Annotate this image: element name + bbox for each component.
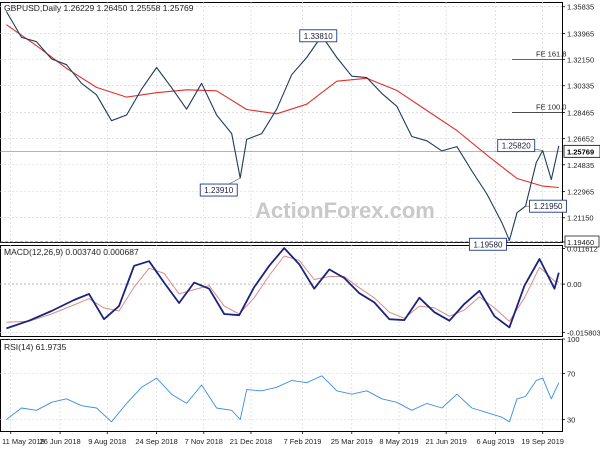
macd-line	[6, 247, 560, 330]
x-tick-label: 9 Aug 2018	[88, 437, 126, 446]
annotation-label: 1.23910	[204, 186, 233, 195]
price-y-tick-label: 1.21150	[567, 214, 594, 223]
fe-reference-label: FE 100.0	[536, 103, 566, 112]
price-title: GBPUSD,Daily 1.26229 1.26450 1.25558 1.2…	[4, 3, 194, 13]
macd-signal-line	[6, 255, 559, 323]
x-tick-label: 26 Jun 2018	[39, 437, 80, 446]
last-price-label: 1.25769	[567, 147, 594, 156]
price-y-tick-label: 1.33965	[567, 30, 594, 39]
price-y-tick-label: 1.32150	[567, 56, 594, 65]
rsi-y-tick-label: 30	[567, 416, 575, 425]
sma-line	[6, 24, 559, 189]
chart-root: ActionForex.com FE 161.8 FE 100.0 1.33810…	[0, 0, 600, 450]
x-tick-label: 6 Aug 2019	[477, 437, 515, 446]
annotation-label: 1.19580	[473, 240, 502, 249]
macd-title: MACD(12,26,9) 0.003740 0.000687	[4, 247, 139, 257]
watermark: ActionForex.com	[255, 198, 435, 223]
annotation-label: 1.25820	[502, 142, 531, 151]
price-y-tick-label: 1.26652	[567, 135, 594, 144]
rsi-title: RSI(14) 61.9735	[4, 342, 67, 352]
annotation-label: 1.33810	[304, 32, 333, 41]
rsi-line	[6, 375, 560, 423]
x-tick-label: 19 Sep 2019	[521, 437, 564, 446]
annotation-label: 1.21950	[534, 202, 563, 211]
macd-y-tick-label: 0.00	[567, 280, 582, 289]
x-tick-label: 21 Jun 2019	[426, 437, 467, 446]
macd-y-tick-label: 0.011612	[567, 245, 598, 254]
x-tick-label: 7 Feb 2019	[283, 437, 321, 446]
x-tick-label: 8 May 2019	[379, 437, 418, 446]
x-tick-label: 25 Mar 2019	[331, 437, 373, 446]
fe-reference-label: FE 161.8	[536, 50, 566, 59]
x-tick-label: 7 Nov 2018	[185, 437, 223, 446]
x-axis: 11 May 201826 Jun 2018 9 Aug 2018 24 Sep 2…	[2, 431, 564, 446]
price-y-tick-label: 1.35835	[567, 3, 594, 12]
x-tick-label: 21 Dec 2018	[230, 437, 273, 446]
x-tick-label: 11 May 2018	[2, 437, 45, 446]
x-tick-label: 24 Sep 2018	[135, 437, 178, 446]
rsi-y-tick-label: 100	[567, 335, 580, 344]
price-y-tick-label: 1.24835	[567, 161, 594, 170]
price-y-tick-label: 1.28465	[567, 109, 594, 118]
chart-svg: ActionForex.com FE 161.8 FE 100.0 1.33810…	[0, 2, 600, 446]
price-y-tick-label: 1.30335	[567, 82, 594, 91]
rsi-y-tick-label: 70	[567, 370, 575, 379]
price-y-tick-label: 1.22965	[567, 188, 594, 197]
y-axes: 1.35835 1.33965 1.32150 1.30335 1.28465 1.266…	[562, 3, 600, 425]
